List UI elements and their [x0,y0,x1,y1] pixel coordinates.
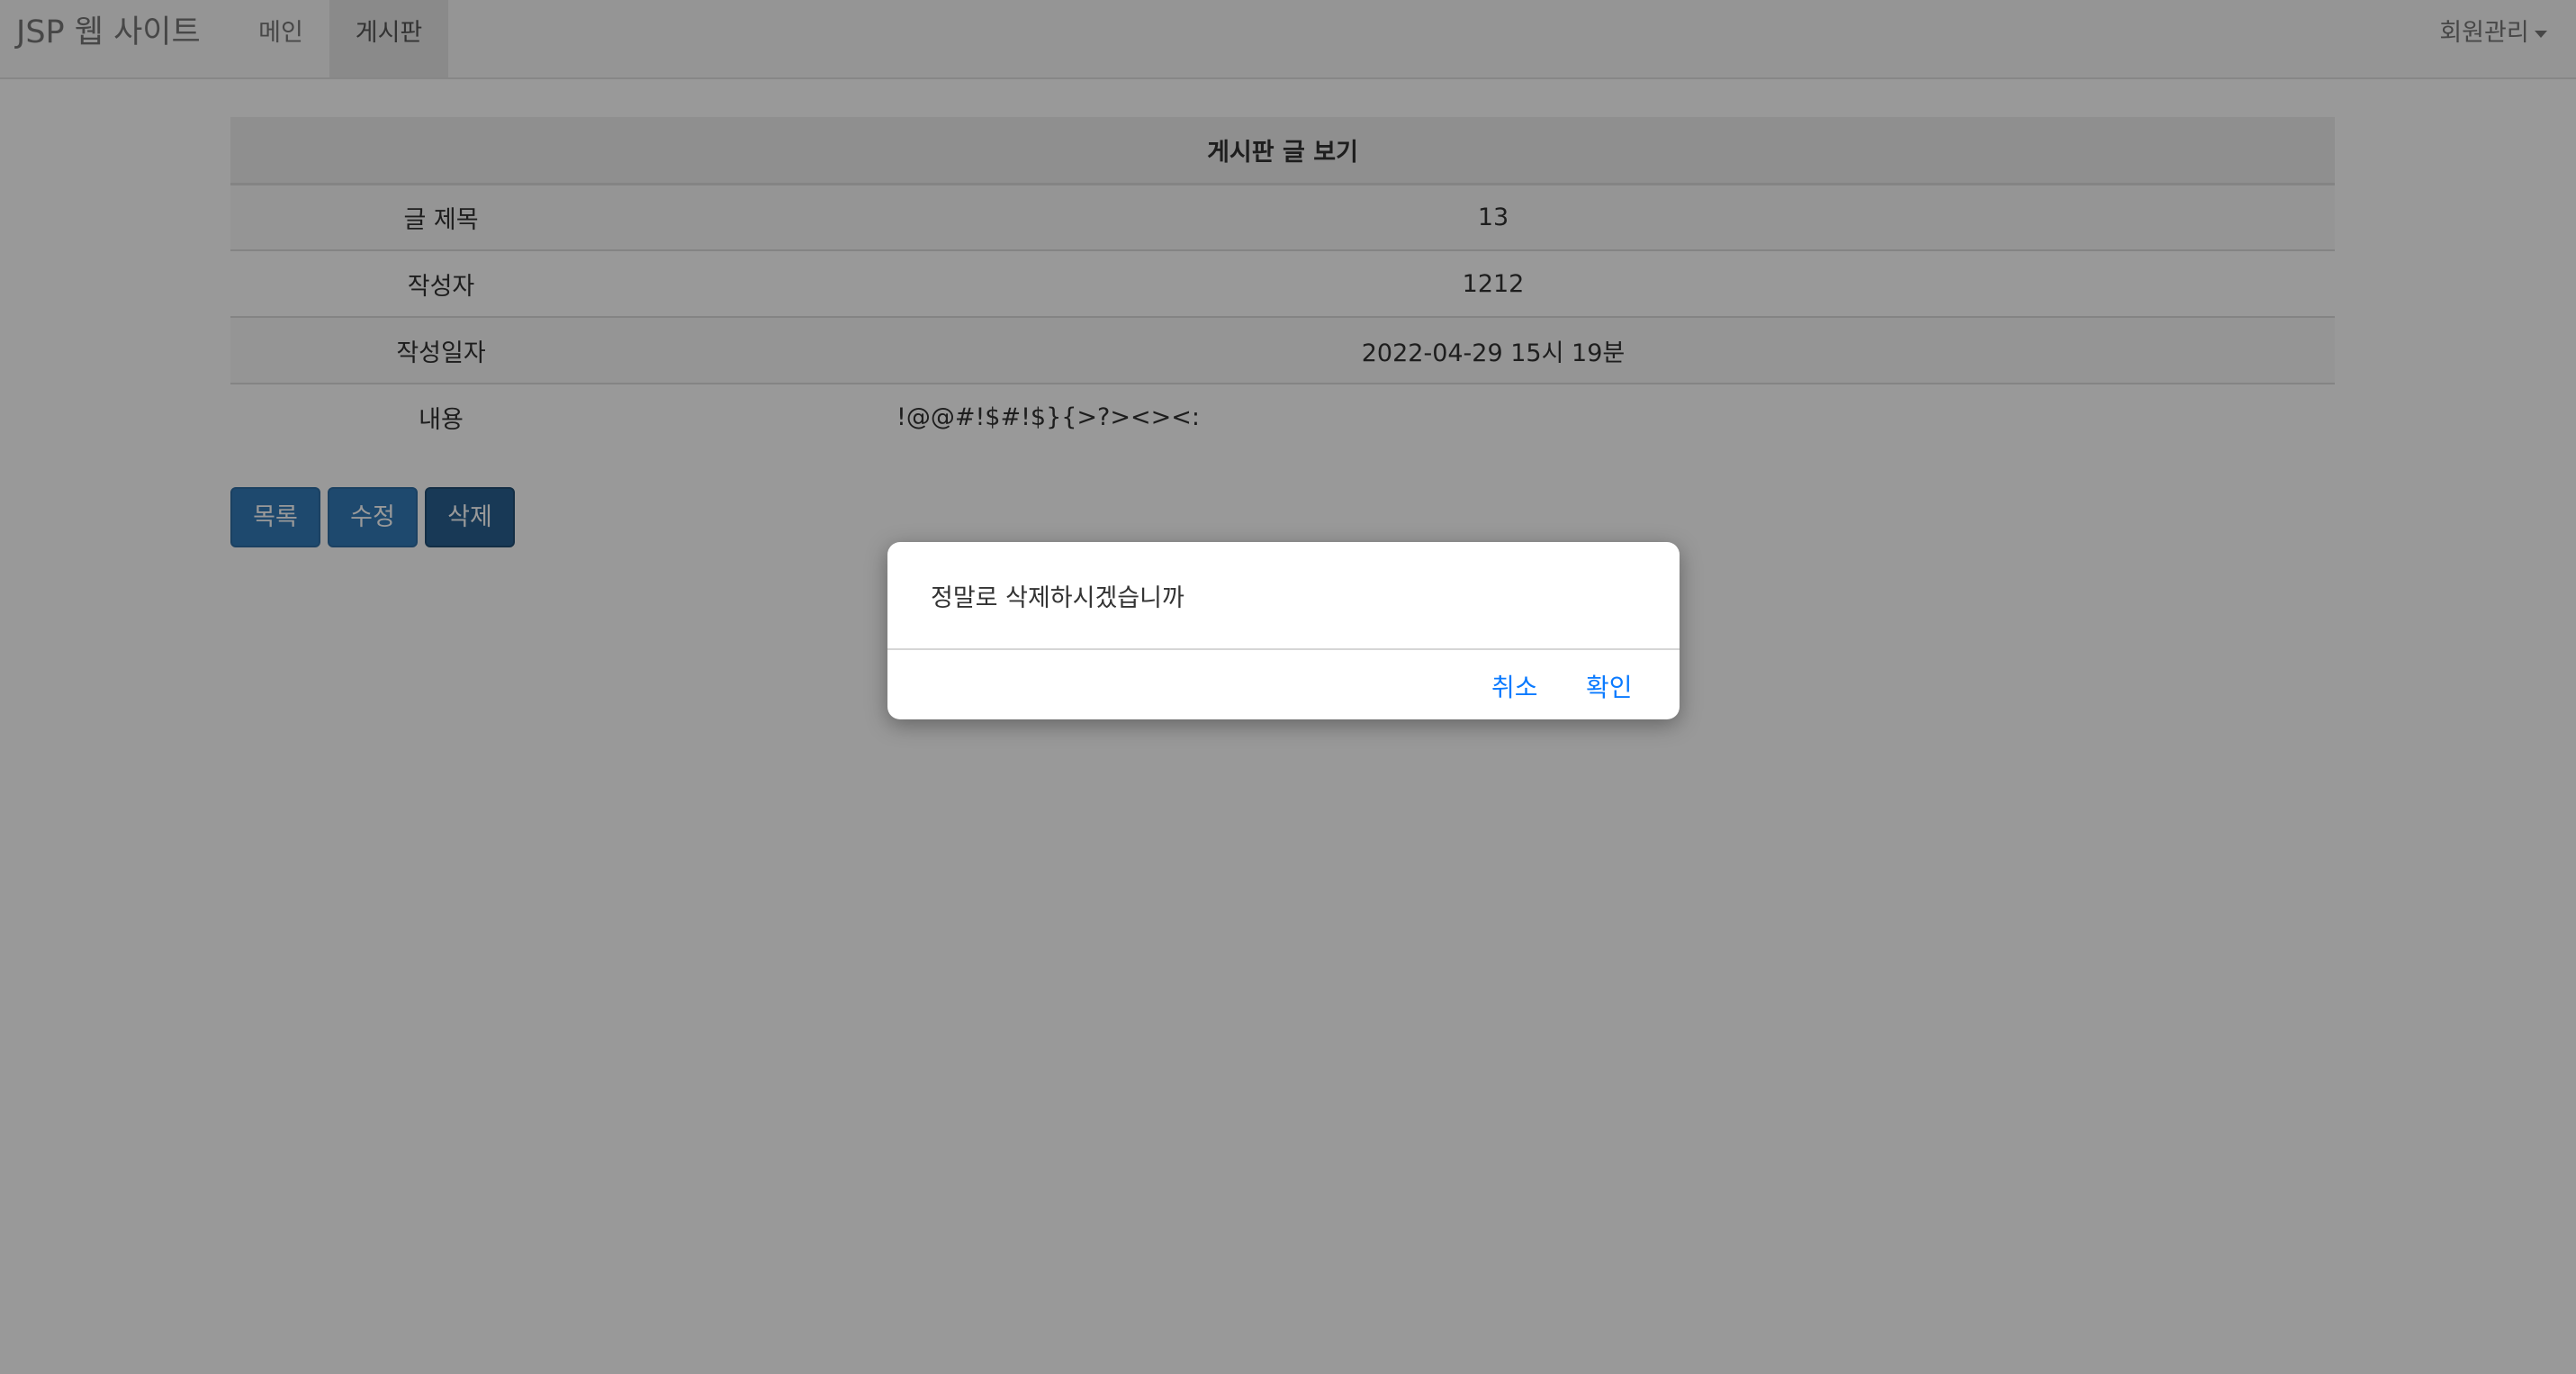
confirm-dialog: 정말로 삭제하시겠습니까 취소 확인 [887,542,1680,719]
cancel-button[interactable]: 취소 [1491,668,1538,704]
ok-button[interactable]: 확인 [1586,668,1633,704]
dialog-divider [887,648,1680,650]
dialog-message: 정말로 삭제하시겠습니까 [931,584,1184,612]
page: JSP 웹 사이트 메인 게시판 회원관리 게시판 글 보기 글 제목 13 작… [0,0,2576,1374]
